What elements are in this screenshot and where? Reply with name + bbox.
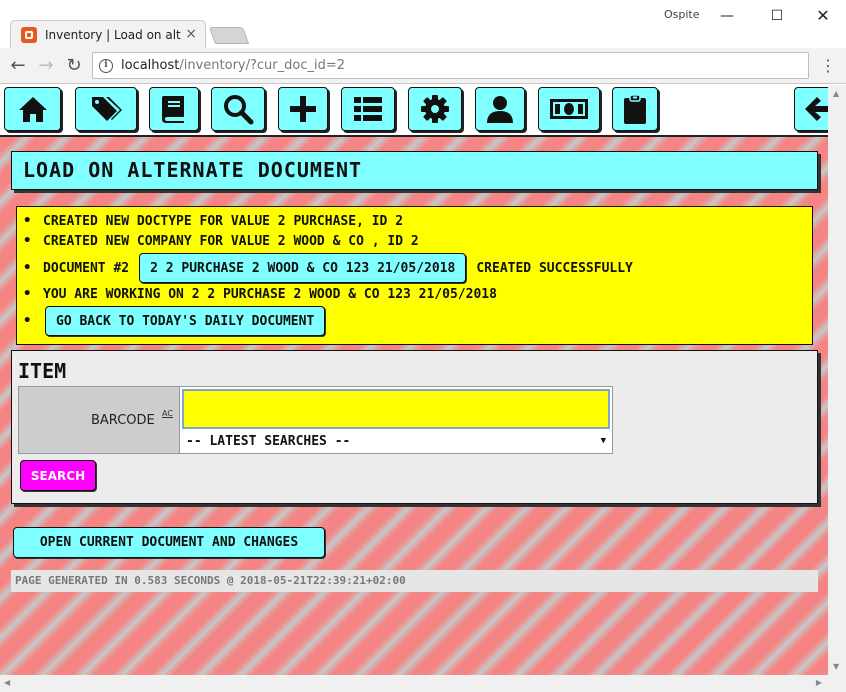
message-text: YOU ARE WORKING ON 2 2 PURCHASE 2 WOOD &… [43, 286, 497, 302]
scroll-left-icon[interactable]: ◀ [4, 678, 10, 687]
book-icon [162, 96, 184, 123]
document-link-button[interactable]: 2 2 PURCHASE 2 WOOD & CO 123 21/05/2018 [139, 253, 467, 283]
url-host: localhost [121, 58, 180, 73]
message-item: • YOU ARE WORKING ON 2 2 PURCHASE 2 WOOD… [23, 286, 497, 302]
page-footer: PAGE GENERATED IN 0.583 SECONDS @ 2018-0… [11, 570, 818, 592]
message-text: CREATED SUCCESSFULLY [476, 260, 633, 276]
message-text: DOCUMENT #2 [43, 260, 130, 276]
reload-button[interactable]: ↻ [62, 54, 86, 78]
dropdown-arrow-icon: ▼ [600, 436, 606, 446]
nav-user-button[interactable] [475, 87, 525, 131]
icon-nav-bar [0, 85, 843, 137]
forward-button[interactable]: → [34, 54, 58, 78]
message-item: • GO BACK TO TODAY'S DAILY DOCUMENT [23, 306, 326, 336]
barcode-input-cell: -- LATEST SEARCHES -- ▼ [179, 386, 613, 454]
message-item: • CREATED NEW COMPANY FOR VALUE 2 WOOD &… [23, 233, 419, 249]
message-item: • CREATED NEW DOCTYPE FOR VALUE 2 PURCHA… [23, 213, 404, 229]
nav-tags-button[interactable] [75, 87, 137, 131]
nav-home-button[interactable] [4, 87, 61, 131]
barcode-autocomplete-link[interactable]: AC [162, 409, 173, 418]
message-item: • DOCUMENT #2 2 2 PURCHASE 2 WOOD & CO 1… [23, 253, 633, 283]
page-viewport: LOAD ON ALTERNATE DOCUMENT • CREATED NEW… [0, 85, 846, 692]
back-button[interactable]: ← [6, 54, 30, 78]
plus-icon [290, 96, 316, 122]
browser-menu-icon[interactable]: ⋮ [820, 56, 836, 76]
scroll-down-icon[interactable]: ▼ [833, 662, 839, 671]
latest-searches-value: -- LATEST SEARCHES -- [186, 434, 351, 449]
item-panel: ITEM BARCODE AC -- LATEST SEARCHES -- ▼ … [11, 350, 818, 504]
new-tab-button[interactable] [208, 27, 250, 44]
open-current-document-button[interactable]: OPEN CURRENT DOCUMENT AND CHANGES [13, 527, 325, 558]
search-button[interactable]: SEARCH [20, 460, 96, 491]
message-text: CREATED NEW DOCTYPE FOR VALUE 2 PURCHASE… [43, 213, 404, 229]
nav-add-button[interactable] [278, 87, 328, 131]
nav-money-button[interactable] [538, 87, 600, 131]
close-window-button[interactable]: ✕ [808, 4, 838, 28]
barcode-label: BARCODE [91, 413, 155, 428]
nav-search-button[interactable] [211, 87, 265, 131]
tab-title: Inventory | Load on alternate document [45, 27, 181, 42]
address-bar[interactable]: i localhost/inventory/?cur_doc_id=2 [92, 52, 809, 79]
maximize-button[interactable]: ☐ [762, 4, 792, 28]
message-box: • CREATED NEW DOCTYPE FOR VALUE 2 PURCHA… [16, 206, 813, 345]
scroll-right-icon[interactable]: ▶ [816, 678, 822, 687]
home-icon [18, 97, 47, 122]
tags-icon [92, 97, 122, 121]
window-user-label: Ospite [664, 8, 700, 21]
window-titlebar: Inventory | Load on alternate document ×… [0, 0, 846, 48]
item-heading: ITEM [18, 359, 67, 383]
nav-list-button[interactable] [341, 87, 395, 131]
browser-tab[interactable]: Inventory | Load on alternate document × [10, 20, 206, 48]
clipboard-icon [624, 94, 646, 124]
tab-close-icon[interactable]: × [185, 26, 197, 42]
list-icon [354, 97, 382, 121]
nav-book-button[interactable] [149, 87, 199, 131]
horizontal-scrollbar[interactable]: ◀ ▶ [0, 675, 846, 692]
go-back-daily-document-button[interactable]: GO BACK TO TODAY'S DAILY DOCUMENT [45, 306, 326, 336]
money-icon [550, 99, 588, 119]
search-icon [224, 95, 254, 125]
barcode-input[interactable] [182, 389, 610, 429]
nav-settings-button[interactable] [408, 87, 462, 131]
scroll-up-icon[interactable]: ▲ [833, 89, 839, 98]
latest-searches-select[interactable]: -- LATEST SEARCHES -- ▼ [182, 431, 610, 452]
message-text: CREATED NEW COMPANY FOR VALUE 2 WOOD & C… [43, 233, 419, 249]
nav-clipboard-button[interactable] [612, 87, 658, 131]
address-url[interactable]: localhost/inventory/?cur_doc_id=2 [121, 58, 345, 73]
user-icon [487, 96, 513, 123]
browser-toolbar: ← → ↻ i localhost/inventory/?cur_doc_id=… [0, 48, 846, 84]
gear-icon [421, 95, 449, 123]
minimize-button[interactable]: — [712, 4, 742, 28]
site-info-icon[interactable]: i [99, 58, 113, 73]
vertical-scrollbar[interactable]: ▲ ▼ [828, 85, 846, 675]
xampp-favicon-icon [21, 26, 37, 43]
barcode-label-cell: BARCODE AC [18, 386, 180, 454]
url-path: /inventory/?cur_doc_id=2 [179, 58, 346, 73]
page-title: LOAD ON ALTERNATE DOCUMENT [11, 151, 818, 190]
